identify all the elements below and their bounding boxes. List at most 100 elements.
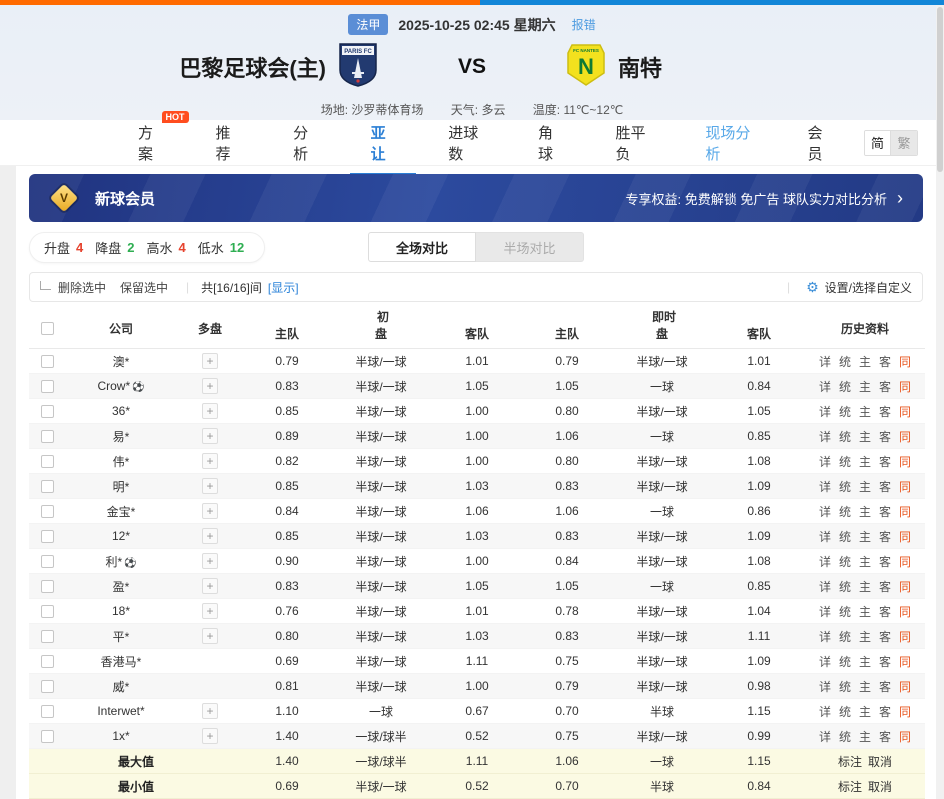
history-link-同[interactable]: 同: [899, 355, 911, 369]
row-checkbox[interactable]: [41, 655, 54, 668]
tab-胜平负[interactable]: 胜平负: [614, 110, 655, 176]
expand-odds-button[interactable]: +: [202, 603, 218, 619]
history-link-主[interactable]: 主: [859, 355, 871, 369]
history-link-统[interactable]: 统: [839, 455, 851, 469]
tab-现场分析[interactable]: 现场分析: [703, 110, 756, 176]
history-link-同[interactable]: 同: [899, 430, 911, 444]
vip-member-banner[interactable]: V 新球会员 专享权益: 免费解锁 免广告 球队实力对比分析 ›: [29, 174, 923, 222]
history-link-详[interactable]: 详: [819, 430, 831, 444]
expand-odds-button[interactable]: +: [202, 728, 218, 744]
history-link-主[interactable]: 主: [859, 380, 871, 394]
history-link-主[interactable]: 主: [859, 705, 871, 719]
row-checkbox[interactable]: [41, 630, 54, 643]
history-link-主[interactable]: 主: [859, 730, 871, 744]
full-match-compare-button[interactable]: 全场对比: [368, 232, 476, 262]
expand-odds-button[interactable]: +: [202, 528, 218, 544]
history-link-同[interactable]: 同: [899, 480, 911, 494]
row-checkbox[interactable]: [41, 680, 54, 693]
history-link-同[interactable]: 同: [899, 555, 911, 569]
row-checkbox[interactable]: [41, 580, 54, 593]
history-link-详[interactable]: 详: [819, 355, 831, 369]
history-link-统[interactable]: 统: [839, 430, 851, 444]
history-link-客[interactable]: 客: [879, 630, 891, 644]
history-link-详[interactable]: 详: [819, 655, 831, 669]
expand-odds-button[interactable]: +: [202, 353, 218, 369]
expand-odds-button[interactable]: +: [202, 553, 218, 569]
history-link-客[interactable]: 客: [879, 505, 891, 519]
history-link-客[interactable]: 客: [879, 530, 891, 544]
tab-进球数[interactable]: 进球数: [446, 110, 487, 176]
row-checkbox[interactable]: [41, 480, 54, 493]
settings-button[interactable]: | ⚙ 设置/选择自定义: [787, 279, 912, 296]
history-link-详[interactable]: 详: [819, 555, 831, 569]
history-link-主[interactable]: 主: [859, 580, 871, 594]
history-link-主[interactable]: 主: [859, 555, 871, 569]
scrollbar-thumb[interactable]: [937, 7, 943, 172]
history-link-同[interactable]: 同: [899, 680, 911, 694]
row-checkbox[interactable]: [41, 380, 54, 393]
history-link-同[interactable]: 同: [899, 455, 911, 469]
expand-odds-button[interactable]: +: [202, 703, 218, 719]
history-link-统[interactable]: 统: [839, 705, 851, 719]
report-error-link[interactable]: 报错: [572, 16, 596, 33]
row-checkbox[interactable]: [41, 555, 54, 568]
tab-角球[interactable]: 角球: [536, 110, 565, 176]
history-link-同[interactable]: 同: [899, 580, 911, 594]
select-all-checkbox[interactable]: [41, 322, 54, 335]
tab-分析[interactable]: 分析: [291, 110, 320, 176]
expand-odds-button[interactable]: +: [202, 403, 218, 419]
history-link-客[interactable]: 客: [879, 455, 891, 469]
history-link-主[interactable]: 主: [859, 605, 871, 619]
cancel-button[interactable]: 取消: [868, 755, 892, 769]
history-link-客[interactable]: 客: [879, 430, 891, 444]
history-link-主[interactable]: 主: [859, 655, 871, 669]
history-link-详[interactable]: 详: [819, 455, 831, 469]
expand-odds-button[interactable]: +: [202, 378, 218, 394]
history-link-详[interactable]: 详: [819, 630, 831, 644]
tab-推荐[interactable]: 推荐: [214, 110, 243, 176]
cancel-button[interactable]: 取消: [868, 780, 892, 794]
history-link-统[interactable]: 统: [839, 380, 851, 394]
history-link-同[interactable]: 同: [899, 505, 911, 519]
history-link-详[interactable]: 详: [819, 580, 831, 594]
history-link-同[interactable]: 同: [899, 730, 911, 744]
row-checkbox[interactable]: [41, 405, 54, 418]
history-link-同[interactable]: 同: [899, 530, 911, 544]
mark-button[interactable]: 标注: [838, 755, 862, 769]
history-link-同[interactable]: 同: [899, 630, 911, 644]
history-link-统[interactable]: 统: [839, 730, 851, 744]
history-link-详[interactable]: 详: [819, 605, 831, 619]
expand-odds-button[interactable]: +: [202, 578, 218, 594]
history-link-同[interactable]: 同: [899, 605, 911, 619]
history-link-同[interactable]: 同: [899, 705, 911, 719]
delete-selected-button[interactable]: 删除选中: [58, 279, 106, 296]
history-link-统[interactable]: 统: [839, 505, 851, 519]
show-link[interactable]: [显示]: [268, 279, 299, 296]
history-link-主[interactable]: 主: [859, 630, 871, 644]
row-checkbox[interactable]: [41, 705, 54, 718]
history-link-主[interactable]: 主: [859, 530, 871, 544]
expand-odds-button[interactable]: +: [202, 453, 218, 469]
history-link-客[interactable]: 客: [879, 680, 891, 694]
history-link-详[interactable]: 详: [819, 505, 831, 519]
history-link-客[interactable]: 客: [879, 480, 891, 494]
row-checkbox[interactable]: [41, 605, 54, 618]
history-link-客[interactable]: 客: [879, 580, 891, 594]
expand-odds-button[interactable]: +: [202, 503, 218, 519]
history-link-详[interactable]: 详: [819, 705, 831, 719]
history-link-详[interactable]: 详: [819, 680, 831, 694]
history-link-详[interactable]: 详: [819, 730, 831, 744]
lang-simplified-button[interactable]: 简: [865, 131, 891, 155]
history-link-主[interactable]: 主: [859, 480, 871, 494]
history-link-客[interactable]: 客: [879, 705, 891, 719]
history-link-统[interactable]: 统: [839, 680, 851, 694]
tab-方案[interactable]: 方案HOT: [136, 110, 165, 176]
history-link-主[interactable]: 主: [859, 505, 871, 519]
history-link-主[interactable]: 主: [859, 405, 871, 419]
expand-odds-button[interactable]: +: [202, 628, 218, 644]
history-link-客[interactable]: 客: [879, 555, 891, 569]
history-link-客[interactable]: 客: [879, 605, 891, 619]
history-link-客[interactable]: 客: [879, 380, 891, 394]
history-link-详[interactable]: 详: [819, 380, 831, 394]
row-checkbox[interactable]: [41, 455, 54, 468]
